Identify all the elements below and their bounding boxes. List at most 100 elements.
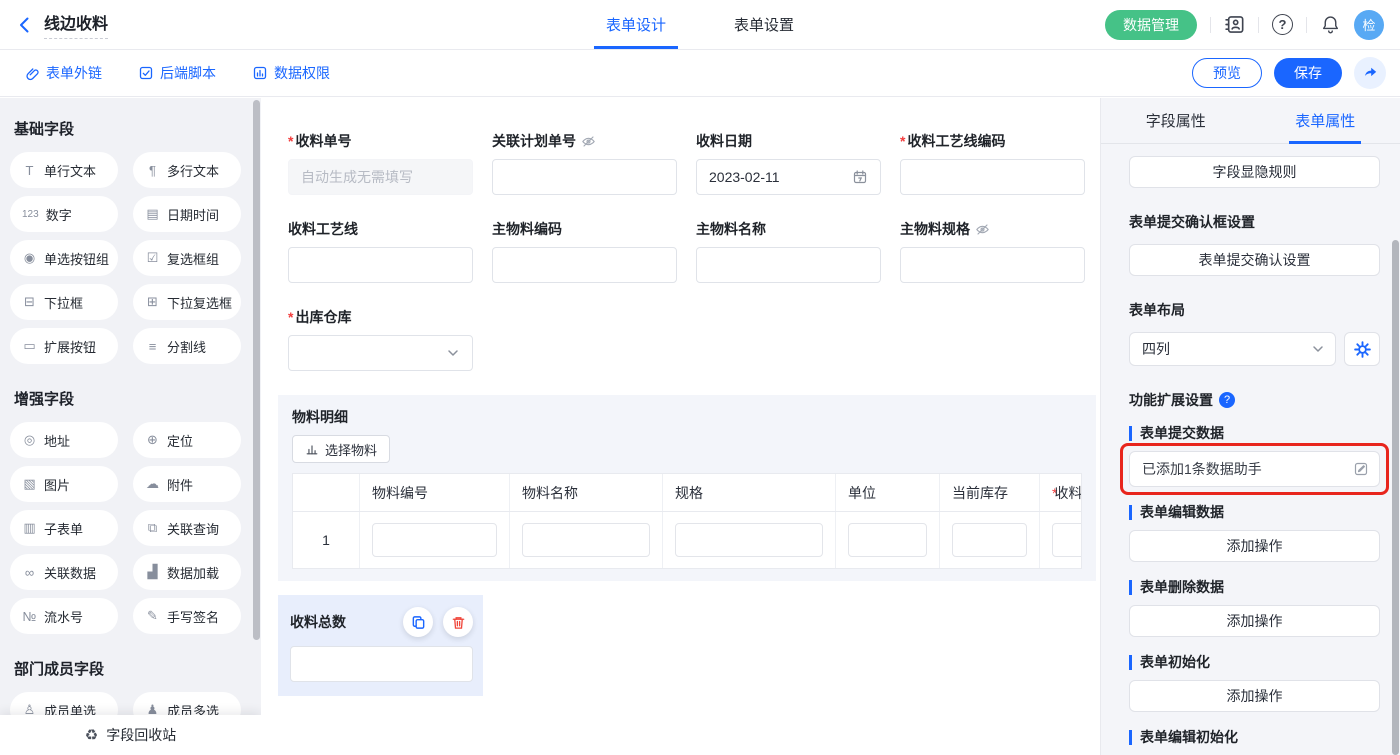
select-material-button[interactable]: 选择物料 [292,435,390,463]
sidebar-item-select[interactable]: ⊟下拉框 [10,284,118,320]
material-name-input[interactable] [522,523,650,557]
sidebar-item-multi-line-text[interactable]: ¶多行文本 [133,152,241,188]
submit-confirm-settings-button[interactable]: 表单提交确认设置 [1129,244,1380,276]
field-receipt-date[interactable]: 收料日期 2023-02-11 [696,131,881,195]
cloud-upload-icon: ☁ [145,476,160,492]
sidebar-item-attachment[interactable]: ☁附件 [133,466,241,502]
sidebar-item-multi-select[interactable]: ⊞下拉复选框 [133,284,241,320]
tab-field-properties[interactable]: 字段属性 [1101,98,1251,143]
sidebar-scrollbar[interactable] [253,100,260,640]
divider [1258,17,1259,33]
contacts-book-icon [1224,14,1245,35]
sidebar-item-signature[interactable]: ✎手写签名 [133,598,241,634]
tab-form-settings[interactable]: 表单设置 [734,0,794,49]
field-label: 关联计划单号 [492,131,677,151]
ext-edit-init-label: 表单编辑初始化 [1129,730,1380,745]
ext-delete-data-label: 表单删除数据 [1129,580,1380,595]
material-code-input[interactable] [372,523,497,557]
sidebar-item-datetime[interactable]: ▤日期时间 [133,196,241,232]
receipt-no-input[interactable] [288,159,473,195]
single-line-text-icon: T [22,163,37,178]
sidebar-item-serial-number[interactable]: №流水号 [10,598,118,634]
field-receipt-no[interactable]: *收料单号 [288,131,473,195]
field-label: *收料单号 [288,131,473,151]
unit-input[interactable] [848,523,927,557]
sidebar-item-relation-data[interactable]: ∞关联数据 [10,554,118,590]
sidebar-section-enhanced: 增强字段 ◎地址 ⊕定位 ▧图片 ☁附件 ▥子表单 ⧉关联查询 ∞关联数据 ▟数… [10,388,261,634]
receipt-qty-input[interactable] [1052,523,1082,557]
current-stock-input[interactable] [952,523,1027,557]
field-warehouse[interactable]: *出库仓库 [288,307,473,371]
extension-help-icon[interactable]: ? [1219,392,1235,408]
save-button[interactable]: 保存 [1274,58,1342,88]
field-recycle-bin[interactable]: ♻ 字段回收站 [0,715,261,755]
cell-receipt-qty [1040,512,1082,568]
header-right: 数据管理 ? 检 [1105,10,1400,40]
preview-button[interactable]: 预览 [1192,58,1262,88]
sidebar-item-divider-field[interactable]: ≡分割线 [133,328,241,364]
sidebar-item-relation-query[interactable]: ⧉关联查询 [133,510,241,546]
sidebar-item-address[interactable]: ◎地址 [10,422,118,458]
edit-pencil-icon[interactable] [1353,461,1369,477]
field-main-material-spec[interactable]: 主物料规格 [900,219,1085,283]
field-process-line[interactable]: 收料工艺线 [288,219,473,283]
contacts-book-button[interactable] [1224,14,1245,35]
sidebar-item-subform[interactable]: ▥子表单 [10,510,118,546]
material-detail-subform[interactable]: 物料明细 选择物料 物料编号 物料名称 规格 单位 当前库存 *收料数 1 [278,395,1096,581]
hidden-eye-icon [975,222,990,237]
properties-scrollbar[interactable] [1392,240,1399,755]
recycle-icon: ♻ [85,726,98,744]
layout-settings-button[interactable] [1344,332,1380,366]
submit-data-assistant-box[interactable]: 已添加1条数据助手 [1129,451,1380,487]
process-line-code-input[interactable] [900,159,1085,195]
field-visibility-rules-button[interactable]: 字段显隐规则 [1129,156,1380,188]
field-main-material-name[interactable]: 主物料名称 [696,219,881,283]
avatar[interactable]: 检 [1354,10,1384,40]
external-link-button[interactable]: 表单外链 [24,63,102,83]
backend-script-button[interactable]: 后端脚本 [138,63,216,83]
field-process-line-code[interactable]: *收料工艺线编码 [900,131,1085,195]
sidebar-item-checkbox-group[interactable]: ☑复选框组 [133,240,241,276]
form-toolbar: 表单外链 后端脚本 数据权限 预览 保存 [0,50,1400,97]
process-line-input[interactable] [288,247,473,283]
help-button[interactable]: ? [1272,14,1293,35]
layout-select[interactable]: 四列 [1129,332,1336,366]
col-unit: 单位 [836,474,940,511]
receipt-date-input[interactable]: 2023-02-11 [696,159,881,195]
field-label: 主物料编码 [492,219,677,239]
sidebar-item-image[interactable]: ▧图片 [10,466,118,502]
submit-data-wrapper: 已添加1条数据助手 [1129,451,1380,487]
plan-no-input[interactable] [492,159,677,195]
back-button[interactable] [16,16,34,34]
delete-data-add-action-button[interactable]: 添加操作 [1129,605,1380,637]
warehouse-select[interactable] [288,335,473,371]
sidebar-item-location[interactable]: ⊕定位 [133,422,241,458]
copy-field-button[interactable] [403,607,433,637]
field-plan-no[interactable]: 关联计划单号 [492,131,677,195]
sidebar-item-radio-group[interactable]: ◉单选按钮组 [10,240,118,276]
main-material-name-input[interactable] [696,247,881,283]
share-button[interactable] [1354,57,1386,89]
sidebar-item-extend-button[interactable]: ▭扩展按钮 [10,328,118,364]
sidebar-item-number[interactable]: 123数字 [10,196,118,232]
init-add-action-button[interactable]: 添加操作 [1129,680,1380,712]
sidebar-item-single-line-text[interactable]: T单行文本 [10,152,118,188]
location-target-icon: ⊕ [145,432,160,448]
ext-edit-data-label: 表单编辑数据 [1129,505,1380,520]
spec-input[interactable] [675,523,823,557]
data-manage-button[interactable]: 数据管理 [1105,10,1197,40]
receipt-total-input[interactable] [290,646,473,682]
field-receipt-total-selected[interactable]: 收料总数 [278,595,483,696]
main-material-spec-input[interactable] [900,247,1085,283]
cell-unit [836,512,940,568]
subform-title: 物料明细 [292,407,1082,427]
delete-field-button[interactable] [443,607,473,637]
notifications-button[interactable] [1320,14,1341,35]
data-permission-button[interactable]: 数据权限 [252,63,330,83]
field-main-material-code[interactable]: 主物料编码 [492,219,677,283]
sidebar-item-data-load[interactable]: ▟数据加载 [133,554,241,590]
tab-form-design[interactable]: 表单设计 [606,0,666,49]
edit-data-add-action-button[interactable]: 添加操作 [1129,530,1380,562]
main-material-code-input[interactable] [492,247,677,283]
tab-form-properties[interactable]: 表单属性 [1251,98,1400,143]
